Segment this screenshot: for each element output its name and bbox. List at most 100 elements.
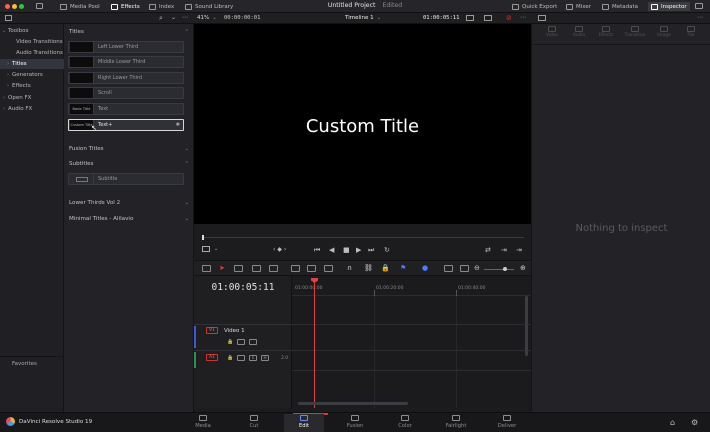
marker-icon[interactable]: ● <box>422 264 428 272</box>
audio-track-id[interactable]: A1 <box>206 354 218 361</box>
inspector-tab-image[interactable]: Image <box>650 26 678 38</box>
video-track-header[interactable]: V1 Video 1 🔒 <box>194 324 292 350</box>
subtitle-tile[interactable]: Subtitle <box>68 173 184 185</box>
chevron-down-icon[interactable]: ⌄ <box>171 14 176 21</box>
match-frame-icon[interactable]: ⇄ <box>485 246 491 254</box>
snapping-icon[interactable]: ∩ <box>347 264 352 272</box>
minimal-titles-header[interactable]: Minimal Titles - Alilavio ⌄ <box>69 214 189 223</box>
title-tile-text[interactable]: Basic Title Text <box>68 103 184 115</box>
zoom-slider-handle[interactable] <box>503 267 507 271</box>
overwrite-clip-icon[interactable] <box>307 265 316 272</box>
loop-icon[interactable]: ↻ <box>384 246 390 254</box>
clip-view-chevron-icon[interactable]: ⌄ <box>214 246 218 252</box>
viewer[interactable]: Custom Title <box>194 24 531 224</box>
title-tile-right-lower-third[interactable]: Right Lower Third <box>68 72 184 84</box>
viewer-scrubber[interactable] <box>194 224 531 240</box>
page-media[interactable]: Media <box>183 415 223 429</box>
timeline-vertical-scrollbar[interactable] <box>525 296 528 356</box>
layout-icon[interactable] <box>36 3 43 9</box>
mixer-button[interactable]: Mixer <box>566 3 591 11</box>
zoom-in-icon[interactable]: ⊕ <box>520 264 526 272</box>
bypass-icon[interactable]: ⊘ <box>506 14 512 22</box>
more-options-icon[interactable]: ⋯ <box>182 14 188 21</box>
zoom-detail-icon[interactable] <box>460 265 469 272</box>
sidebar-item-generators[interactable]: › Generators <box>0 70 64 80</box>
track-lock-icon[interactable]: 🔒 <box>227 339 233 345</box>
play-icon[interactable]: ▶ <box>356 246 361 254</box>
timeline-options-icon[interactable] <box>202 265 211 272</box>
inspector-tab-file[interactable]: File <box>677 26 705 38</box>
sidebar-item-titles[interactable]: › Titles <box>0 59 64 69</box>
linked-selection-icon[interactable]: ⛓ <box>364 264 373 272</box>
audio-track-header[interactable]: A1 🔒 S M 2.0 <box>194 350 292 370</box>
mute-button[interactable]: M <box>261 355 269 361</box>
settings-gear-icon[interactable]: ⚙ <box>691 418 698 427</box>
viewer-zoom[interactable]: 41% ⌄ <box>197 15 217 21</box>
solo-button[interactable]: S <box>249 355 257 361</box>
title-tile-middle-lower-third[interactable]: Middle Lower Third <box>68 56 184 68</box>
home-icon[interactable]: ⌂ <box>670 418 675 427</box>
sidebar-item-audio-fx[interactable]: › Audio FX <box>0 104 64 114</box>
clip-view-icon[interactable] <box>202 246 210 252</box>
play-reverse-icon[interactable]: ◀ <box>329 246 334 254</box>
page-deliver[interactable]: Deliver <box>487 415 527 429</box>
timeline-ruler[interactable]: 01:00:00:00 01:00:20:00 01:00:40:00 <box>292 276 531 296</box>
page-fusion[interactable]: Fusion <box>335 415 375 429</box>
last-frame-icon[interactable]: ⇥ <box>516 246 522 254</box>
viewer-options-icon[interactable]: ⋯ <box>520 14 526 21</box>
sidebar-item-audio-transitions[interactable]: Audio Transitions <box>0 48 64 58</box>
position-lock-icon[interactable]: 🔒 <box>381 264 390 272</box>
lower-thirds-header[interactable]: Lower Thirds Vol 2 ⌄ <box>69 198 189 207</box>
viewer-display-icon[interactable] <box>484 15 492 21</box>
page-color[interactable]: Color <box>385 415 425 429</box>
metadata-button[interactable]: Metadata <box>602 3 638 11</box>
subtitles-header[interactable]: Subtitles ⌃ <box>69 159 189 168</box>
title-tile-scroll[interactable]: Scroll <box>68 87 184 99</box>
sidebar-item-video-transitions[interactable]: Video Transitions <box>0 37 64 47</box>
audio-lock-icon[interactable]: 🔒 <box>227 355 233 361</box>
effects-button[interactable]: Effects <box>111 3 140 11</box>
sidebar-toggle-icon[interactable] <box>5 15 12 21</box>
quick-export-button[interactable]: Quick Export <box>512 3 557 11</box>
insert-clip-icon[interactable] <box>291 265 300 272</box>
timeline-scrollbar[interactable] <box>298 402 408 405</box>
media-pool-button[interactable]: Media Pool <box>60 3 100 11</box>
selection-tool-icon[interactable]: ➤ <box>219 264 225 272</box>
next-edit-icon[interactable]: ⇥ <box>501 246 507 254</box>
page-edit[interactable]: Edit <box>284 414 324 432</box>
inspector-button[interactable]: Inspector <box>648 2 690 11</box>
inspector-tab-video[interactable]: Video <box>538 26 566 38</box>
page-cut[interactable]: Cut <box>234 415 274 429</box>
dynamic-trim-icon[interactable] <box>252 265 261 272</box>
title-tile-text-plus[interactable]: Custom Title Text+ ✱ <box>68 119 184 131</box>
timeline-area[interactable]: 01:00:00:00 01:00:20:00 01:00:40:00 <box>292 276 531 408</box>
index-button[interactable]: Index <box>149 3 174 11</box>
jump-end-icon[interactable]: ⏭ <box>368 246 374 255</box>
viewer-mode-icon[interactable] <box>466 15 474 21</box>
titles-section-header[interactable]: Titles ⌃ <box>69 27 189 36</box>
playhead[interactable] <box>314 280 315 408</box>
close-window-button[interactable] <box>5 4 10 9</box>
minimize-window-button[interactable] <box>12 4 17 9</box>
sidebar-item-open-fx[interactable]: › Open FX <box>0 93 64 103</box>
jog-icon[interactable]: ‹ ◆ › <box>273 246 286 253</box>
inspector-layout-icon[interactable] <box>538 15 546 21</box>
fusion-titles-header[interactable]: Fusion Titles ⌄ <box>69 144 189 153</box>
inspector-tab-effects[interactable]: Effects <box>592 26 620 38</box>
jump-start-icon[interactable]: ⏮ <box>314 246 320 255</box>
stop-icon[interactable]: ■ <box>343 246 350 254</box>
timeline-selector[interactable]: Timeline 1 ⌄ <box>345 15 381 21</box>
zoom-full-icon[interactable] <box>444 265 453 272</box>
sound-library-button[interactable]: Sound Library <box>185 3 233 11</box>
replace-clip-icon[interactable] <box>324 265 333 272</box>
sidebar-item-toolbox[interactable]: ⌄ Toolbox <box>0 26 64 36</box>
page-fairlight[interactable]: Fairlight <box>436 415 476 429</box>
inspector-tab-audio[interactable]: Audio <box>565 26 593 38</box>
trim-tool-icon[interactable] <box>234 265 243 272</box>
video-track-id[interactable]: V1 <box>206 327 218 334</box>
sidebar-item-effects[interactable]: › Effects <box>0 81 64 91</box>
search-icon[interactable]: ⌕ <box>159 14 163 23</box>
audio-track-select-icon[interactable] <box>237 355 245 361</box>
inspector-tab-transition[interactable]: Transition <box>621 26 649 38</box>
auto-track-select-icon[interactable] <box>237 339 245 345</box>
